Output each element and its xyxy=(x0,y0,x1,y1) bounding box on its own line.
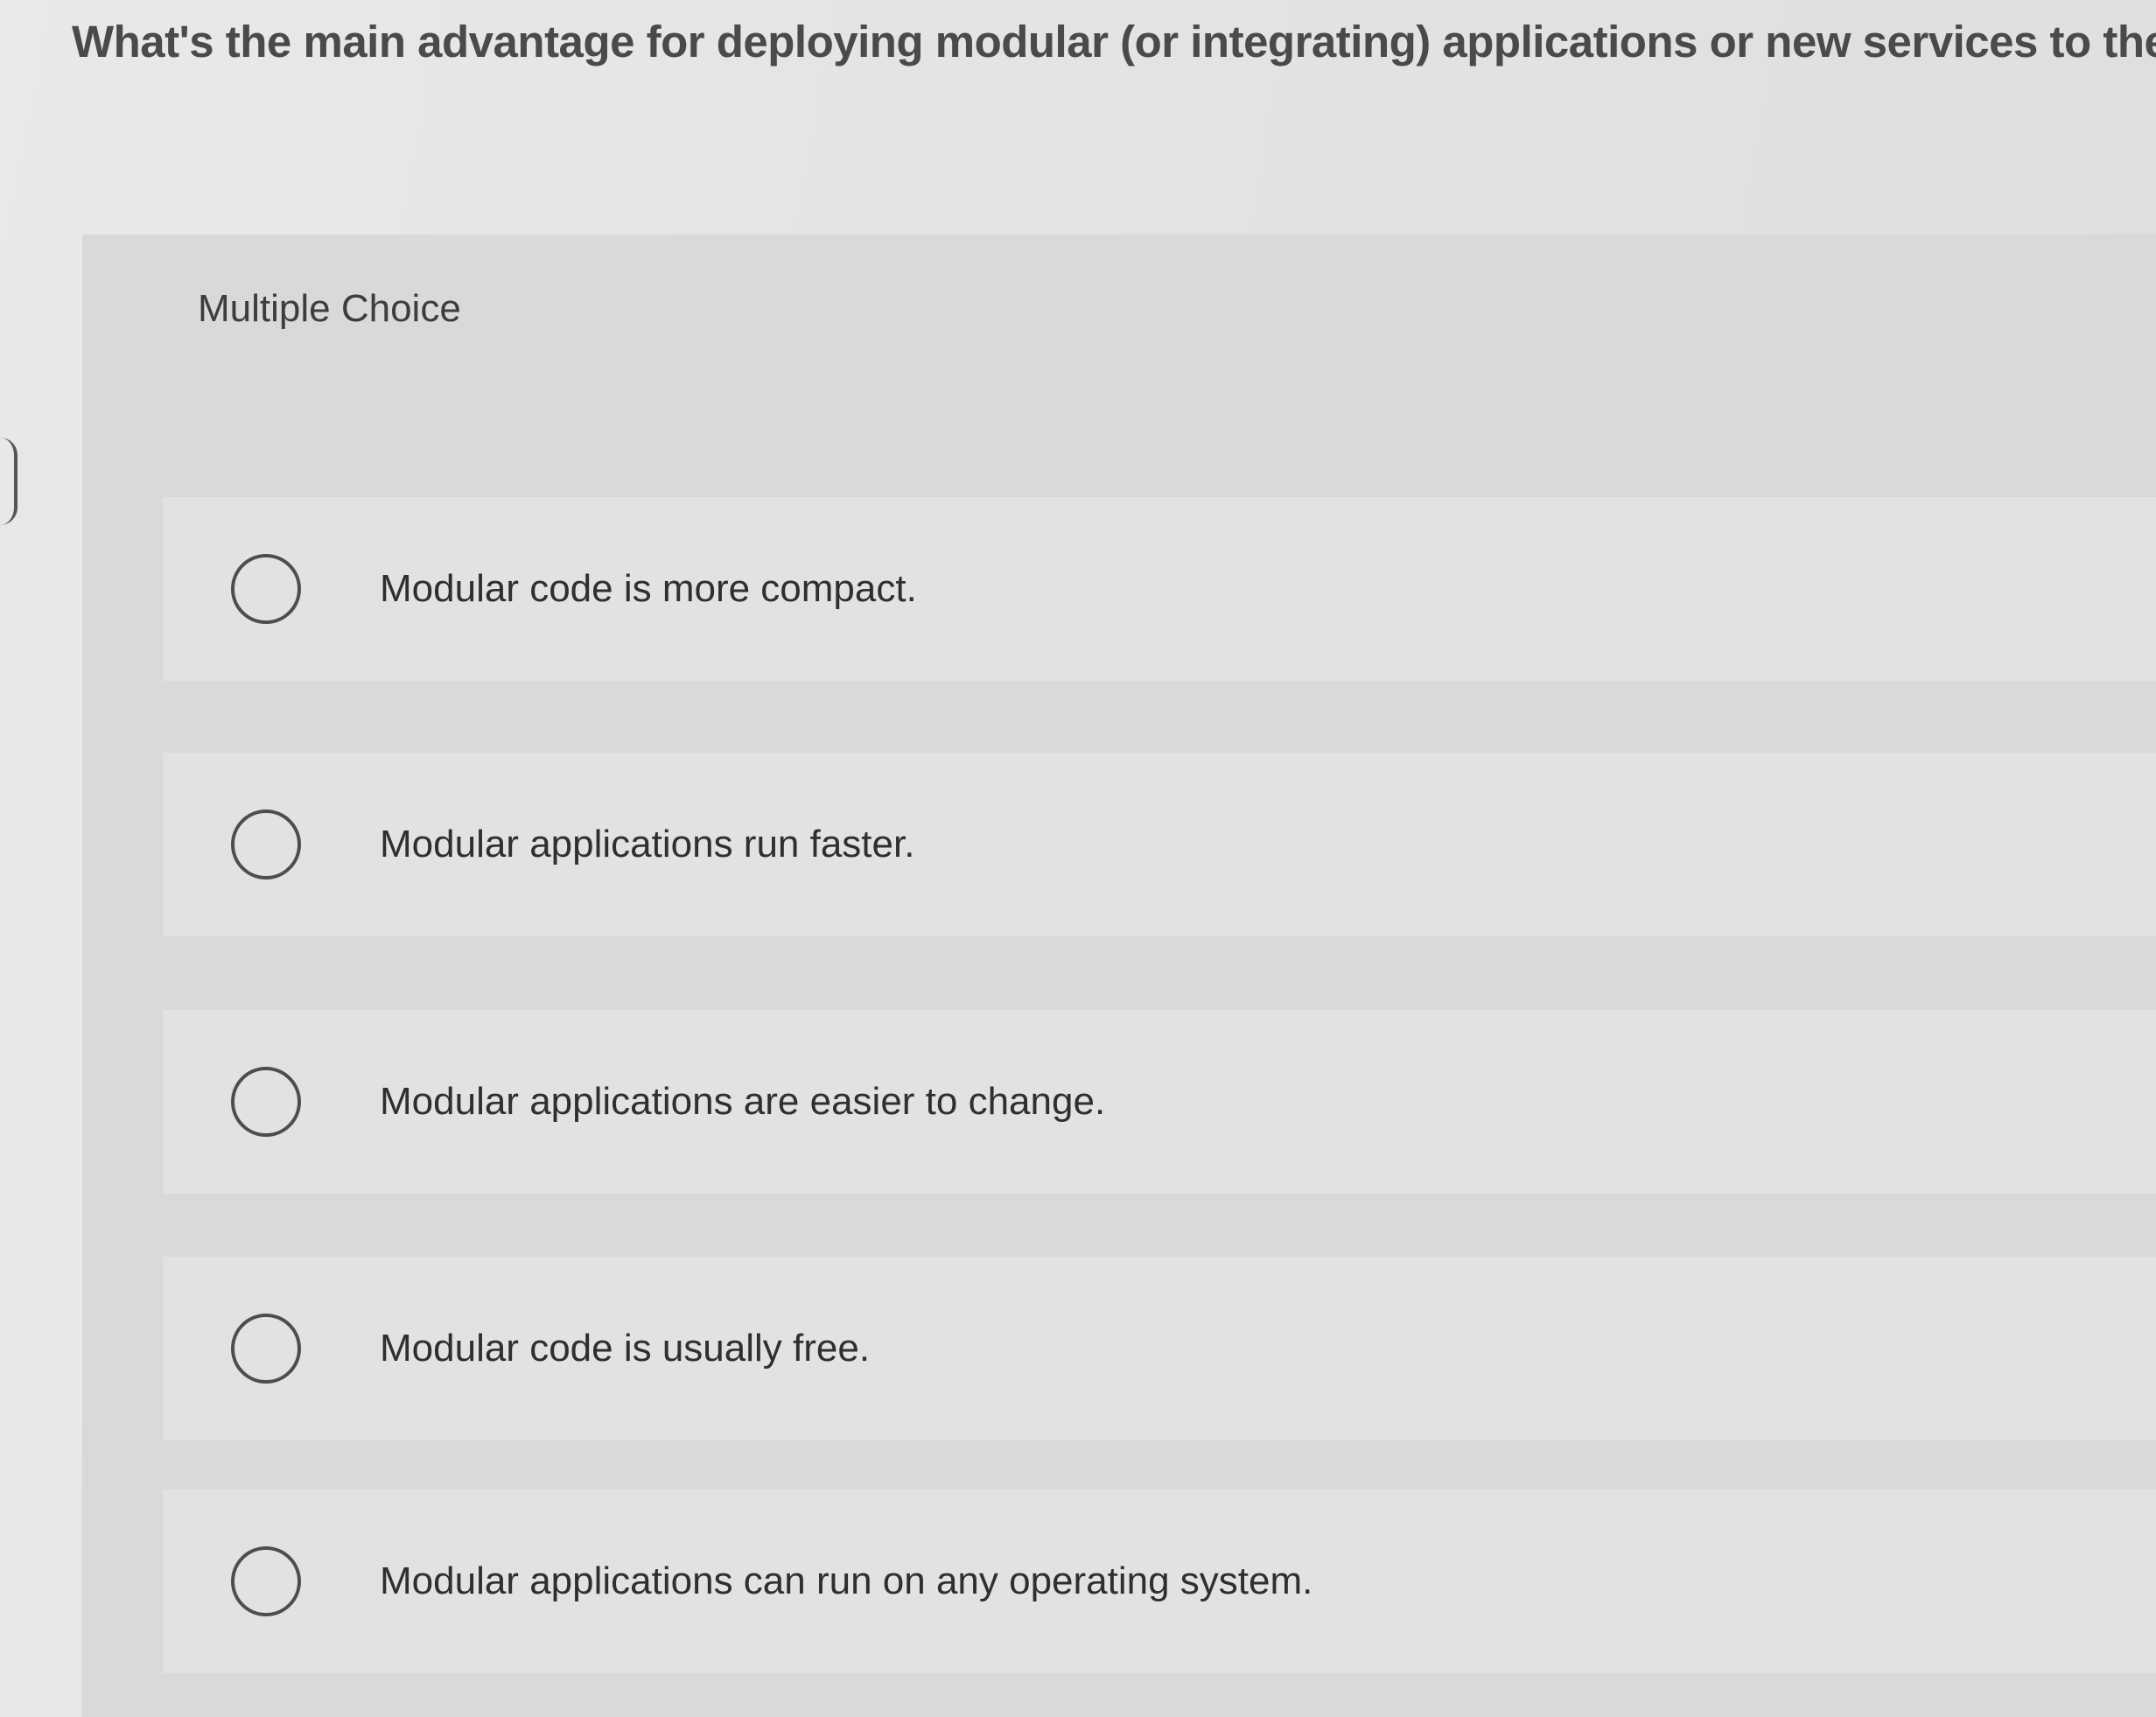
radio-button-icon[interactable] xyxy=(231,554,301,624)
answer-option-4[interactable]: Modular code is usually free. xyxy=(163,1257,2156,1440)
side-edge-decoration xyxy=(0,438,18,525)
answer-option-2[interactable]: Modular applications run faster. xyxy=(163,753,2156,936)
radio-button-icon[interactable] xyxy=(231,1314,301,1384)
answer-option-1[interactable]: Modular code is more compact. xyxy=(163,497,2156,681)
answer-option-text: Modular code is more compact. xyxy=(380,567,917,610)
quiz-page: What's the main advantage for deploying … xyxy=(0,0,2156,1717)
answer-option-text: Modular applications are easier to chang… xyxy=(380,1080,1106,1123)
answer-option-text: Modular applications can run on any oper… xyxy=(380,1559,1313,1602)
answer-option-5[interactable]: Modular applications can run on any oper… xyxy=(163,1489,2156,1673)
answer-option-text: Modular applications run faster. xyxy=(380,823,915,866)
radio-button-icon[interactable] xyxy=(231,1067,301,1137)
radio-button-icon[interactable] xyxy=(231,809,301,880)
multiple-choice-panel: Multiple Choice Modular code is more com… xyxy=(82,235,2156,1717)
radio-button-icon[interactable] xyxy=(231,1546,301,1616)
answer-option-3[interactable]: Modular applications are easier to chang… xyxy=(163,1010,2156,1194)
question-text: What's the main advantage for deploying … xyxy=(72,17,2156,67)
answer-option-text: Modular code is usually free. xyxy=(380,1327,871,1370)
multiple-choice-label: Multiple Choice xyxy=(198,287,461,330)
